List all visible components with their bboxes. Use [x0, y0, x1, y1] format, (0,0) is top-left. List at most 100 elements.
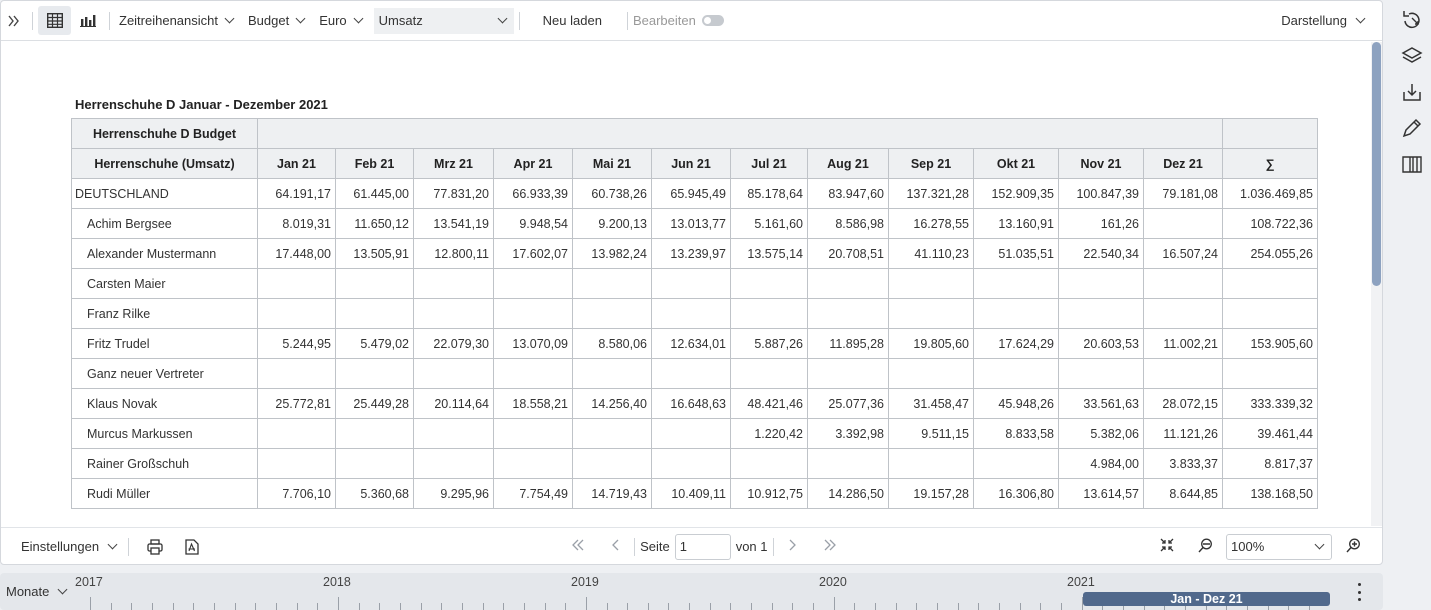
table-cell[interactable]: 39.461,44 — [1222, 418, 1318, 449]
table-cell[interactable]: 25.077,36 — [807, 388, 889, 419]
table-cell[interactable]: 13.541,19 — [413, 208, 494, 239]
table-cell[interactable] — [807, 268, 889, 299]
timeline-range-selection[interactable]: Jan - Dez 21 — [1083, 592, 1330, 606]
table-cell[interactable]: 4.984,00 — [1058, 448, 1144, 479]
chart-view-icon[interactable] — [71, 6, 104, 35]
table-cell[interactable]: 19.157,28 — [888, 478, 974, 509]
table-view-icon[interactable] — [38, 6, 71, 35]
row-label[interactable]: Franz Rilke — [71, 298, 258, 329]
table-cell[interactable]: 25.449,28 — [335, 388, 414, 419]
zoom-in-icon[interactable] — [1338, 538, 1368, 556]
table-cell[interactable]: 20.708,51 — [807, 238, 889, 269]
table-cell[interactable]: 5.161,60 — [730, 208, 808, 239]
table-cell[interactable] — [493, 448, 573, 479]
table-cell[interactable]: 19.805,60 — [888, 328, 974, 359]
table-cell[interactable] — [807, 298, 889, 329]
table-cell[interactable] — [651, 268, 731, 299]
first-page-icon[interactable] — [565, 539, 591, 554]
table-cell[interactable]: 137.321,28 — [888, 178, 974, 209]
pencil-icon[interactable] — [1401, 117, 1423, 139]
table-cell[interactable]: 13.575,14 — [730, 238, 808, 269]
table-cell[interactable] — [730, 298, 808, 329]
table-cell[interactable] — [888, 268, 974, 299]
table-cell[interactable] — [1058, 298, 1144, 329]
reload-button[interactable]: Neu laden — [543, 1, 602, 41]
table-cell[interactable]: 16.306,80 — [973, 478, 1059, 509]
table-cell[interactable] — [257, 418, 336, 449]
table-cell[interactable]: 153.905,60 — [1222, 328, 1318, 359]
table-cell[interactable]: 48.421,46 — [730, 388, 808, 419]
table-cell[interactable]: 20.603,53 — [1058, 328, 1144, 359]
table-cell[interactable] — [572, 358, 652, 389]
display-dropdown[interactable]: Darstellung — [1281, 1, 1366, 41]
row-label[interactable]: DEUTSCHLAND — [71, 178, 258, 209]
table-cell[interactable]: 3.833,37 — [1143, 448, 1223, 479]
budget-dropdown[interactable]: Budget — [248, 1, 306, 41]
view-dropdown[interactable]: Zeitreihenansicht — [119, 1, 235, 41]
table-cell[interactable]: 9.295,96 — [413, 478, 494, 509]
table-cell[interactable] — [493, 418, 573, 449]
row-label[interactable]: Alexander Mustermann — [71, 238, 258, 269]
table-cell[interactable] — [1143, 208, 1223, 239]
table-cell[interactable]: 5.382,06 — [1058, 418, 1144, 449]
table-cell[interactable]: 8.580,06 — [572, 328, 652, 359]
more-options-icon[interactable] — [1352, 583, 1366, 601]
table-cell[interactable]: 16.507,24 — [1143, 238, 1223, 269]
table-cell[interactable] — [1143, 268, 1223, 299]
table-cell[interactable]: 13.160,91 — [973, 208, 1059, 239]
table-cell[interactable]: 14.256,40 — [572, 388, 652, 419]
table-cell[interactable]: 12.634,01 — [651, 328, 731, 359]
settings-dropdown[interactable]: Einstellungen — [21, 527, 118, 567]
table-cell[interactable]: 9.948,54 — [493, 208, 573, 239]
table-cell[interactable] — [973, 298, 1059, 329]
table-cell[interactable] — [413, 298, 494, 329]
book-icon[interactable] — [1401, 153, 1423, 175]
table-cell[interactable]: 66.933,39 — [493, 178, 573, 209]
drill-back-icon[interactable] — [1401, 9, 1423, 31]
previous-page-icon[interactable] — [603, 539, 629, 554]
table-cell[interactable]: 17.602,07 — [493, 238, 573, 269]
layers-icon[interactable] — [1401, 45, 1423, 67]
table-cell[interactable] — [493, 358, 573, 389]
page-input[interactable]: 1 — [674, 533, 731, 560]
table-cell[interactable]: 5.244,95 — [257, 328, 336, 359]
pdf-export-icon[interactable] — [175, 532, 208, 561]
expand-panel-icon[interactable] — [1, 1, 27, 41]
table-cell[interactable] — [572, 268, 652, 299]
table-cell[interactable]: 11.895,28 — [807, 328, 889, 359]
table-cell[interactable]: 108.722,36 — [1222, 208, 1318, 239]
table-cell[interactable]: 12.800,11 — [413, 238, 494, 269]
table-cell[interactable]: 13.614,57 — [1058, 478, 1144, 509]
table-cell[interactable] — [335, 298, 414, 329]
table-cell[interactable]: 1.036.469,85 — [1222, 178, 1318, 209]
download-icon[interactable] — [1401, 81, 1423, 103]
row-label[interactable]: Ganz neuer Vertreter — [71, 358, 258, 389]
table-cell[interactable] — [651, 418, 731, 449]
table-cell[interactable] — [651, 298, 731, 329]
table-cell[interactable]: 22.540,34 — [1058, 238, 1144, 269]
table-cell[interactable]: 64.191,17 — [257, 178, 336, 209]
table-cell[interactable]: 11.650,12 — [335, 208, 414, 239]
table-cell[interactable]: 8.833,58 — [973, 418, 1059, 449]
row-label[interactable]: Rudi Müller — [71, 478, 258, 509]
table-cell[interactable] — [335, 358, 414, 389]
table-cell[interactable]: 7.754,49 — [493, 478, 573, 509]
table-cell[interactable] — [572, 448, 652, 479]
table-cell[interactable] — [413, 418, 494, 449]
row-label[interactable]: Klaus Novak — [71, 388, 258, 419]
time-unit-dropdown[interactable]: Monate — [6, 573, 68, 610]
table-cell[interactable]: 45.948,26 — [973, 388, 1059, 419]
table-cell[interactable] — [1058, 268, 1144, 299]
table-cell[interactable]: 11.121,26 — [1143, 418, 1223, 449]
table-cell[interactable] — [1222, 268, 1318, 299]
table-cell[interactable] — [335, 268, 414, 299]
table-cell[interactable]: 10.409,11 — [651, 478, 731, 509]
table-cell[interactable]: 51.035,51 — [973, 238, 1059, 269]
table-cell[interactable] — [413, 358, 494, 389]
table-cell[interactable]: 20.114,64 — [413, 388, 494, 419]
table-cell[interactable]: 333.339,32 — [1222, 388, 1318, 419]
table-cell[interactable]: 17.624,29 — [973, 328, 1059, 359]
table-cell[interactable] — [572, 418, 652, 449]
table-cell[interactable]: 79.181,08 — [1143, 178, 1223, 209]
table-cell[interactable]: 16.648,63 — [651, 388, 731, 419]
